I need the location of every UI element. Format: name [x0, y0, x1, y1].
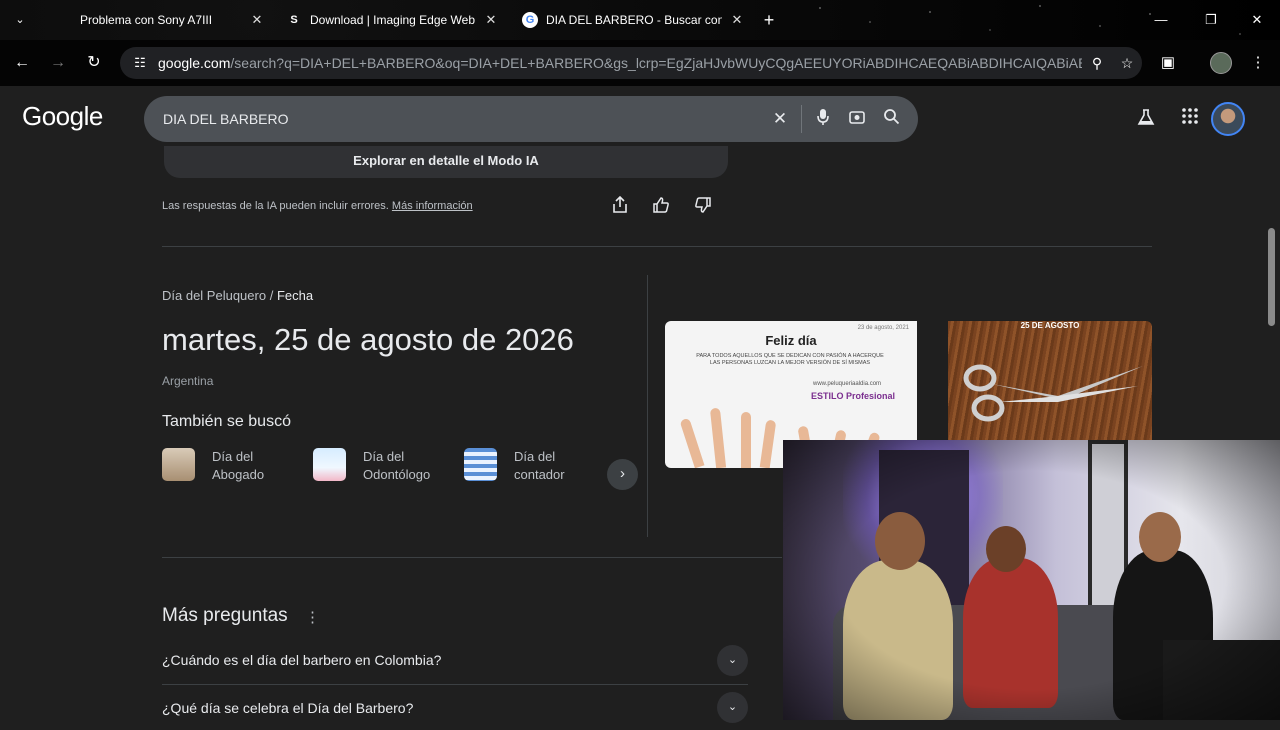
hand-illustration — [741, 412, 751, 468]
thumbs-up-icon[interactable] — [650, 196, 672, 218]
search-input[interactable] — [144, 111, 763, 127]
tab-label: Problema con Sony A7III — [80, 13, 213, 27]
ai-disclaimer: Las respuestas de la IA pueden incluir e… — [162, 200, 473, 212]
search-divider — [801, 105, 802, 133]
question-text: ¿Cuándo es el día del barbero en Colombi… — [162, 652, 442, 668]
navigation-bar: ← → ↻ ☷ google.com/search?q=DIA+DEL+BARB… — [0, 40, 1280, 86]
thumbs-down-icon[interactable] — [692, 196, 714, 218]
tab-sony[interactable]: Problema con Sony A7III ✕ — [56, 6, 266, 34]
site-info-icon[interactable]: ☷ — [126, 55, 154, 71]
google-account-avatar[interactable] — [1211, 102, 1245, 136]
close-tab-icon[interactable]: ✕ — [482, 12, 500, 28]
tab-favicon-s: S — [290, 14, 298, 26]
breadcrumb-separator: / — [269, 288, 274, 303]
voice-search-icon[interactable] — [806, 108, 840, 131]
google-logo[interactable]: Google — [22, 101, 103, 132]
hand-illustration — [709, 407, 727, 468]
more-options-icon[interactable]: ⋮ — [305, 608, 320, 626]
tab-google-search[interactable]: G DIA DEL BARBERO - Buscar con ✕ — [522, 6, 746, 34]
browser-profile-avatar[interactable] — [1210, 52, 1232, 74]
labs-flask-icon[interactable] — [1135, 108, 1157, 130]
breadcrumb: Día del Peluquero / Fecha — [162, 288, 313, 303]
new-tab-icon[interactable]: + — [759, 10, 779, 30]
google-apps-icon[interactable] — [1179, 108, 1201, 130]
question-row[interactable]: ¿Cuándo es el día del barbero en Colombi… — [162, 637, 748, 683]
browser-menu-icon[interactable]: ⋮ — [1247, 52, 1269, 74]
breadcrumb-current: Fecha — [276, 288, 314, 303]
related-item-odontologo[interactable]: Día del Odontólogo — [313, 448, 443, 484]
more-info-link[interactable]: Más información — [392, 200, 473, 212]
tab-search-chevron-icon[interactable]: ⌄ — [10, 10, 30, 30]
image-title: 25 DE AGOSTO — [1020, 321, 1080, 330]
answer-country: Argentina — [162, 374, 214, 388]
related-thumbnail — [313, 448, 346, 481]
image-text: PARA TODOS AQUELLOS QUE SE DEDICAN CON P… — [696, 353, 884, 366]
close-tab-icon[interactable]: ✕ — [728, 12, 746, 28]
url-host: google.com — [158, 55, 231, 71]
google-favicon-icon: G — [522, 12, 538, 28]
share-icon[interactable] — [609, 195, 631, 218]
address-bar[interactable]: ☷ google.com/search?q=DIA+DEL+BARBERO&oq… — [120, 47, 1142, 79]
back-icon[interactable]: ← — [11, 52, 33, 74]
related-label: Día del contador — [514, 449, 565, 482]
related-thumbnail — [464, 448, 497, 481]
hand-illustration — [759, 419, 777, 468]
reload-icon[interactable]: ↻ — [83, 52, 105, 74]
expand-chevron-icon[interactable]: ⌄ — [717, 644, 748, 676]
more-questions-heading: Más preguntas — [162, 605, 288, 626]
tab-imaging-edge[interactable]: S Download | Imaging Edge Web ✕ — [286, 6, 500, 34]
image-website: www.peluqueriaaldia.com — [813, 381, 882, 387]
question-row[interactable]: ¿Qué día se celebra el Día del Barbero? … — [162, 684, 748, 730]
bookmark-star-icon[interactable]: ☆ — [1112, 55, 1142, 72]
also-searched-heading: También se buscó — [162, 413, 291, 430]
hand-illustration — [679, 417, 705, 468]
close-tab-icon[interactable]: ✕ — [248, 12, 266, 28]
tab-label: DIA DEL BARBERO - Buscar con — [546, 13, 722, 27]
webcam-overlay — [783, 440, 1280, 720]
minimize-icon[interactable]: — — [1151, 10, 1171, 30]
panel-vertical-divider — [647, 275, 648, 537]
image-brand: ESTILO Profesional — [811, 391, 896, 401]
question-text: ¿Qué día se celebra el Día del Barbero? — [162, 699, 414, 716]
clear-search-icon[interactable]: ✕ — [763, 109, 797, 129]
scissors-icon — [963, 364, 1143, 422]
search-box[interactable]: ✕ — [144, 96, 918, 142]
explore-ai-mode-button[interactable]: Explorar en detalle el Modo IA — [164, 146, 728, 178]
lens-search-icon[interactable] — [840, 108, 874, 131]
expand-chevron-icon[interactable]: ⌄ — [717, 692, 748, 723]
related-thumbnail — [162, 448, 195, 481]
ai-disclaimer-text: Las respuestas de la IA pueden incluir e… — [162, 200, 389, 212]
carousel-next-chevron-icon[interactable]: › — [607, 459, 638, 490]
breadcrumb-parent[interactable]: Día del Peluquero — [162, 288, 266, 303]
related-label: Día del Odontólogo — [363, 449, 431, 482]
section-divider — [162, 557, 782, 558]
close-window-icon[interactable]: ✕ — [1247, 10, 1267, 30]
section-divider — [162, 246, 1152, 247]
page-scrollbar[interactable] — [1268, 228, 1275, 326]
url-path: /search?q=DIA+DEL+BARBERO&oq=DIA+DEL+BAR… — [230, 55, 1082, 71]
image-title: Feliz día — [765, 333, 817, 348]
scissors-image[interactable]: 25 DE AGOSTO — [948, 321, 1152, 441]
related-item-abogado[interactable]: Día del Abogado — [162, 448, 292, 484]
related-label: Día del Abogado — [212, 449, 265, 482]
related-item-contador[interactable]: Día del contador — [464, 448, 594, 484]
tab-favicon — [56, 12, 72, 28]
url-text[interactable]: google.com/search?q=DIA+DEL+BARBERO&oq=D… — [158, 55, 1082, 71]
extensions-icon[interactable]: ▣ — [1157, 52, 1179, 74]
search-icon[interactable] — [874, 108, 908, 130]
answer-date: martes, 25 de agosto de 2026 — [162, 322, 574, 357]
lens-vignette — [783, 440, 1280, 720]
zoom-icon[interactable]: ⚲ — [1082, 55, 1112, 72]
tab-label: Download | Imaging Edge Web — [310, 13, 475, 27]
tab-strip: ⌄ Problema con Sony A7III ✕ S Download |… — [0, 0, 1280, 40]
restore-icon[interactable]: ❐ — [1201, 10, 1221, 30]
image-date: 23 de agosto, 2021 — [857, 325, 909, 331]
forward-icon[interactable]: → — [47, 52, 69, 74]
